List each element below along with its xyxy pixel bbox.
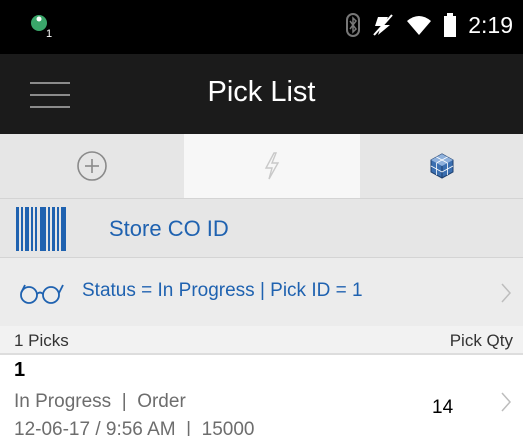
battery-icon <box>444 13 457 37</box>
bluetooth-icon <box>346 13 361 37</box>
clock: 2:19 <box>468 11 513 38</box>
notification-icon: 1 <box>31 15 52 38</box>
tab-quick[interactable] <box>184 134 360 198</box>
glasses-icon <box>20 284 64 304</box>
filter-summary[interactable]: Status = In Progress | Pick ID = 1 <box>0 258 523 326</box>
pick-status-type: In Progress | Order <box>14 391 186 412</box>
barcode-icon[interactable] <box>16 207 68 251</box>
list-header: 1 Picks Pick Qty <box>0 326 523 355</box>
chevron-right-icon <box>501 392 512 412</box>
list-item[interactable]: 1 In Progress | Order 12-06-17 / 9:56 AM… <box>0 355 523 436</box>
mute-icon <box>373 14 393 36</box>
chevron-right-icon <box>501 283 512 303</box>
tab-add[interactable] <box>0 134 184 198</box>
app-bar: Pick List <box>0 54 523 134</box>
lightning-icon <box>264 152 280 180</box>
tab-bar <box>0 134 523 198</box>
pick-qty: 14 <box>432 397 454 418</box>
scan-label: Store CO ID <box>109 216 229 241</box>
page-title: Pick List <box>207 76 316 108</box>
pick-qty-header: Pick Qty <box>449 331 513 350</box>
tab-items[interactable] <box>360 134 523 198</box>
wifi-icon <box>407 16 432 35</box>
status-bar: 1 2:19 <box>0 0 523 54</box>
notification-badge: 1 <box>46 28 52 38</box>
pick-id: 1 <box>14 359 26 381</box>
filter-text: Status = In Progress | Pick ID = 1 <box>82 280 363 301</box>
pick-count: 1 Picks <box>14 331 69 350</box>
scan-field[interactable]: Store CO ID <box>0 198 523 258</box>
add-circle-icon <box>77 151 107 181</box>
pick-date-number: 12-06-17 / 9:56 AM | 15000 <box>14 419 255 436</box>
cube-icon <box>430 153 453 179</box>
